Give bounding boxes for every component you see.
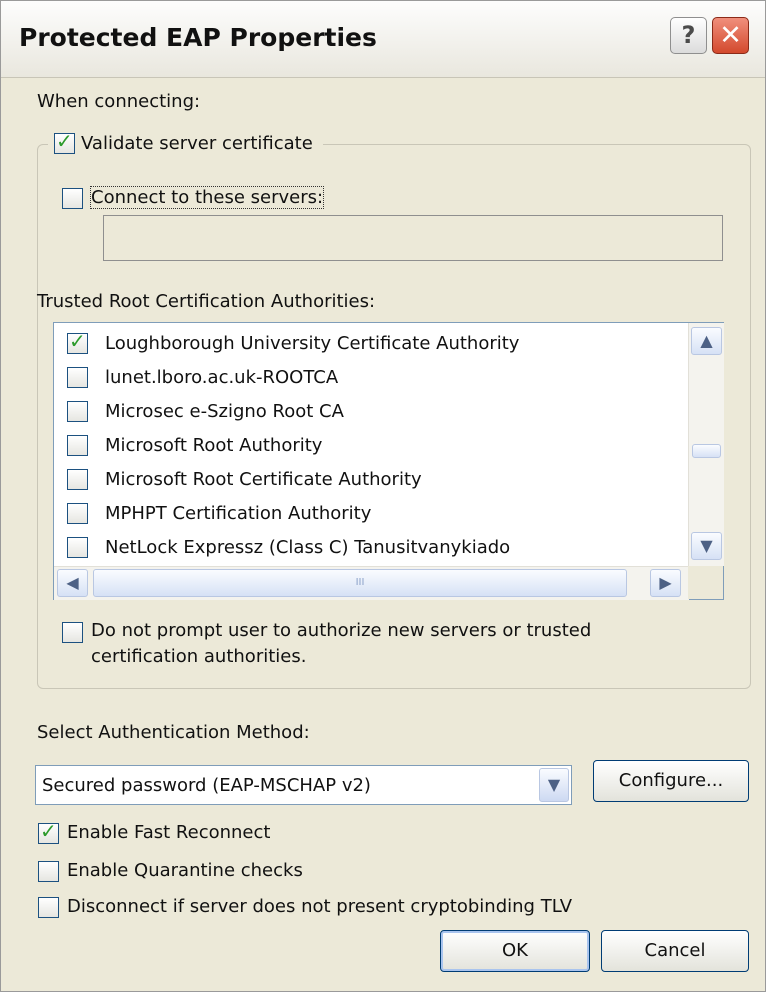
horizontal-scrollbar[interactable]: ◀ III ▶ — [54, 566, 689, 600]
auth-method-select[interactable]: Secured password (EAP-MSCHAP v2) ▼ — [35, 765, 572, 805]
scroll-left-button[interactable]: ◀ — [57, 569, 88, 597]
horizontal-scroll-thumb[interactable]: III — [93, 569, 627, 597]
enable-quarantine-checkbox[interactable] — [38, 861, 59, 882]
ca-checkbox[interactable] — [67, 502, 88, 524]
ca-label: Microsec e-Szigno Root CA — [105, 400, 344, 422]
ca-list-item[interactable]: Microsoft Root Certificate Authority — [67, 462, 422, 496]
ca-list-item[interactable]: lunet.lboro.ac.uk-ROOTCA — [67, 360, 338, 394]
window-title: Protected EAP Properties — [19, 23, 377, 52]
scroll-down-button[interactable]: ▼ — [691, 532, 722, 560]
ca-list-item[interactable]: MPHPT Certification Authority — [67, 496, 371, 530]
connect-to-servers-checkbox[interactable] — [62, 188, 83, 209]
ca-checkbox[interactable] — [67, 329, 88, 354]
do-not-prompt-checkbox[interactable] — [62, 622, 83, 643]
scroll-corner — [688, 566, 723, 599]
when-connecting-label: When connecting: — [37, 91, 201, 112]
ca-label: Microsoft Root Authority — [105, 434, 323, 456]
trusted-root-label: Trusted Root Certification Authorities: — [37, 291, 376, 312]
disconnect-cryptobinding-label[interactable]: Disconnect if server does not present cr… — [67, 896, 572, 917]
ok-button[interactable]: OK — [440, 930, 590, 972]
certificate-authorities-list[interactable]: Loughborough University Certificate Auth… — [53, 322, 724, 600]
validate-server-certificate-option[interactable]: Validate server certificate — [48, 126, 323, 160]
servers-input[interactable] — [103, 215, 723, 261]
vertical-scroll-thumb[interactable] — [692, 443, 721, 458]
dialog-window: Protected EAP Properties ? ✕ When connec… — [0, 0, 766, 992]
help-button[interactable]: ? — [670, 17, 707, 54]
title-bar[interactable]: Protected EAP Properties ? ✕ — [1, 1, 765, 78]
ca-list-item[interactable]: Loughborough University Certificate Auth… — [67, 326, 519, 360]
ca-checkbox[interactable] — [67, 366, 88, 388]
ca-checkbox[interactable] — [67, 536, 88, 558]
disconnect-cryptobinding-checkbox[interactable] — [38, 897, 59, 918]
connect-to-servers-label[interactable]: Connect to these servers: — [89, 186, 325, 209]
ca-label: Microsoft Root Certificate Authority — [105, 468, 422, 490]
auth-method-value: Secured password (EAP-MSCHAP v2) — [42, 775, 371, 796]
close-button[interactable]: ✕ — [712, 17, 749, 54]
do-not-prompt-label-line2[interactable]: certification authorities. — [91, 646, 306, 667]
ca-list-item[interactable]: NetLock Expressz (Class C) Tanusitvanyki… — [67, 530, 510, 564]
scroll-right-button[interactable]: ▶ — [650, 569, 681, 597]
ca-label: NetLock Expressz (Class C) Tanusitvanyki… — [105, 536, 511, 558]
enable-quarantine-label[interactable]: Enable Quarantine checks — [67, 860, 303, 881]
do-not-prompt-label[interactable]: Do not prompt user to authorize new serv… — [91, 620, 591, 641]
vertical-scrollbar[interactable]: ▲ ▼ — [688, 323, 724, 566]
ca-checkbox[interactable] — [67, 400, 88, 422]
enable-fast-reconnect-label[interactable]: Enable Fast Reconnect — [67, 822, 270, 843]
ca-label: Loughborough University Certificate Auth… — [105, 332, 520, 354]
validate-server-certificate-label: Validate server certificate — [81, 132, 313, 154]
enable-fast-reconnect-checkbox[interactable] — [38, 819, 59, 844]
select-auth-method-label: Select Authentication Method: — [37, 722, 310, 743]
validate-server-certificate-checkbox[interactable] — [54, 129, 75, 154]
ca-label: MPHPT Certification Authority — [105, 502, 372, 524]
ca-checkbox[interactable] — [67, 468, 88, 490]
cancel-button[interactable]: Cancel — [601, 930, 749, 972]
ca-list-item[interactable]: Microsec e-Szigno Root CA — [67, 394, 344, 428]
chevron-down-icon[interactable]: ▼ — [539, 768, 569, 802]
ca-checkbox[interactable] — [67, 434, 88, 456]
ca-list-item[interactable]: Microsoft Root Authority — [67, 428, 322, 462]
configure-button[interactable]: Configure... — [593, 760, 749, 802]
ca-label: lunet.lboro.ac.uk-ROOTCA — [105, 366, 339, 388]
scroll-up-button[interactable]: ▲ — [691, 327, 722, 355]
